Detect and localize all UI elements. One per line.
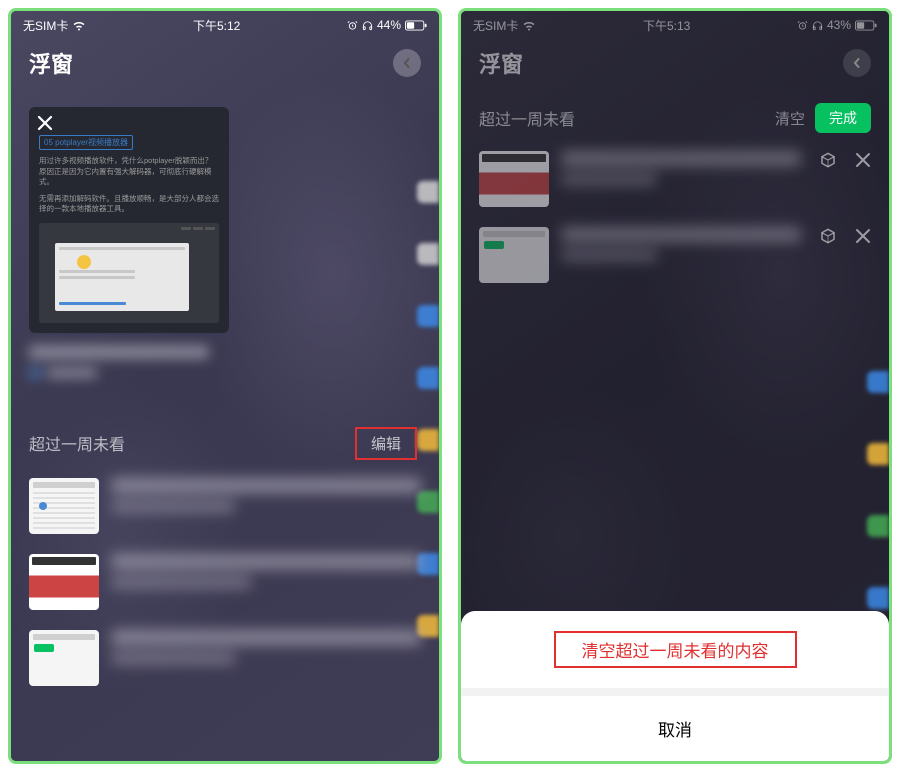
wifi-icon [522, 20, 536, 31]
close-button[interactable] [843, 49, 871, 77]
list-item[interactable] [479, 227, 871, 283]
status-bar: 无SIM卡 下午5:12 44% [11, 11, 439, 35]
section-header: 超过一周未看 编辑 [29, 427, 421, 460]
thumbnail [29, 478, 99, 534]
delete-icon[interactable] [855, 152, 871, 168]
thumbnail [29, 554, 99, 610]
thumbnail [29, 630, 99, 686]
delete-icon[interactable] [855, 228, 871, 244]
card-screenshot [39, 223, 219, 323]
wifi-icon [72, 20, 86, 31]
clear-button[interactable]: 清空 [775, 108, 805, 129]
carrier-text: 无SIM卡 [473, 17, 518, 34]
close-icon[interactable] [37, 115, 53, 131]
clock: 下午5:13 [536, 17, 797, 34]
battery-icon [405, 20, 427, 31]
clear-all-button[interactable]: 清空超过一周未看的内容 [461, 611, 889, 696]
content-area: 05 potplayer视频播放器 用过许多视频播放软件，凭什么potplaye… [11, 107, 439, 686]
older-list [479, 151, 871, 283]
thumbnail [479, 227, 549, 283]
cube-icon[interactable] [819, 151, 837, 169]
blurred-caption [29, 345, 421, 393]
phone-right: 无SIM卡 下午5:13 43% 浮窗 超过一周未看 [458, 8, 892, 764]
section-header: 超过一周未看 清空 完成 [479, 93, 871, 137]
status-bar: 无SIM卡 下午5:13 43% [461, 11, 889, 35]
close-button[interactable] [393, 49, 421, 77]
page-title: 浮窗 [29, 47, 73, 79]
list-item[interactable] [29, 630, 421, 686]
alarm-icon [797, 20, 808, 31]
cancel-button[interactable]: 取消 [461, 696, 889, 761]
phone-left: 无SIM卡 下午5:12 44% 浮窗 [8, 8, 442, 764]
list-item[interactable] [29, 554, 421, 610]
battery-percent: 44% [377, 18, 401, 32]
floating-window-card[interactable]: 05 potplayer视频播放器 用过许多视频播放软件，凭什么potplaye… [29, 107, 229, 333]
done-button[interactable]: 完成 [815, 103, 871, 133]
section-title: 超过一周未看 [29, 431, 125, 455]
page-header: 浮窗 [461, 35, 889, 89]
cube-icon[interactable] [819, 227, 837, 245]
alarm-icon [347, 20, 358, 31]
content-area: 超过一周未看 清空 完成 [461, 93, 889, 283]
carrier-text: 无SIM卡 [23, 17, 68, 34]
page-header: 浮窗 [11, 35, 439, 89]
thumbnail [479, 151, 549, 207]
action-sheet: 清空超过一周未看的内容 取消 [461, 611, 889, 761]
card-paragraph: 用过许多视频播放软件，凭什么potplayer脱颖而出？原因正是因为它内置有强大… [39, 156, 219, 188]
clock: 下午5:12 [86, 17, 347, 34]
headphones-icon [812, 20, 823, 31]
headphones-icon [362, 20, 373, 31]
page-title: 浮窗 [479, 47, 523, 79]
card-paragraph: 无需再添加解码软件。且播放顺畅，是大部分人都会选择的一款本地播放器工具。 [39, 194, 219, 215]
list-item[interactable] [479, 151, 871, 207]
battery-icon [855, 20, 877, 31]
card-tag: 05 potplayer视频播放器 [39, 135, 133, 150]
edit-button[interactable]: 编辑 [355, 427, 417, 460]
list-item[interactable] [29, 478, 421, 534]
older-list [29, 478, 421, 686]
section-title: 超过一周未看 [479, 106, 575, 130]
battery-percent: 43% [827, 18, 851, 32]
